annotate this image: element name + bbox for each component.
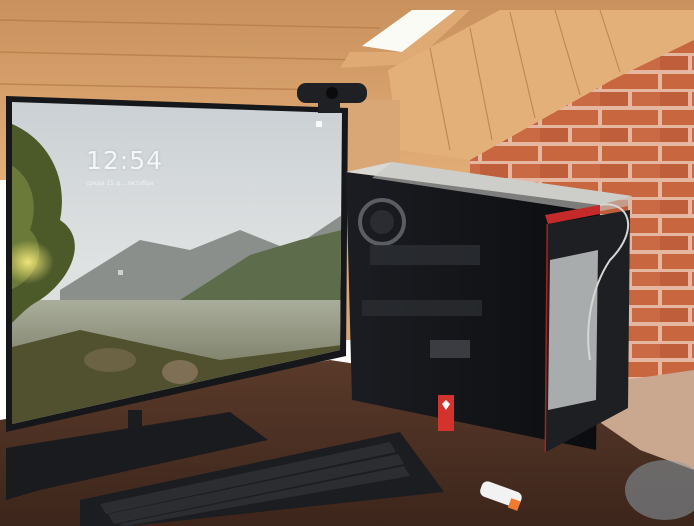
lock-screen-time: 12:54: [86, 146, 164, 175]
photo-illustration: [0, 0, 694, 526]
photo-scene: 12:54 среда 15 д... октобра: [0, 0, 694, 526]
network-icon: [316, 121, 322, 127]
lock-screen-date: среда 15 д... октобра: [86, 180, 154, 187]
notification-icon: [118, 270, 123, 275]
